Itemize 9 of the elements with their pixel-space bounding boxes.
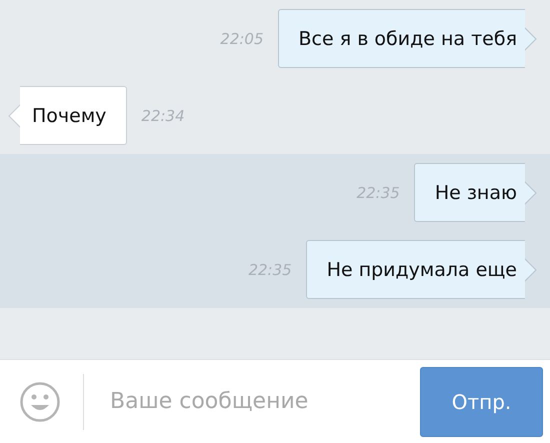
- bubble-tail-icon: [525, 26, 537, 50]
- bubble-tail-icon: [525, 180, 537, 204]
- message-time: 22:05: [220, 30, 264, 48]
- message-time: 22:34: [141, 106, 185, 124]
- bubble-tail-icon: [8, 104, 20, 128]
- send-button[interactable]: Отпр.: [420, 366, 543, 436]
- message-input[interactable]: Ваше сообщение: [108, 388, 420, 415]
- smiley-icon[interactable]: [20, 382, 60, 422]
- bubble-tail-icon: [525, 258, 537, 282]
